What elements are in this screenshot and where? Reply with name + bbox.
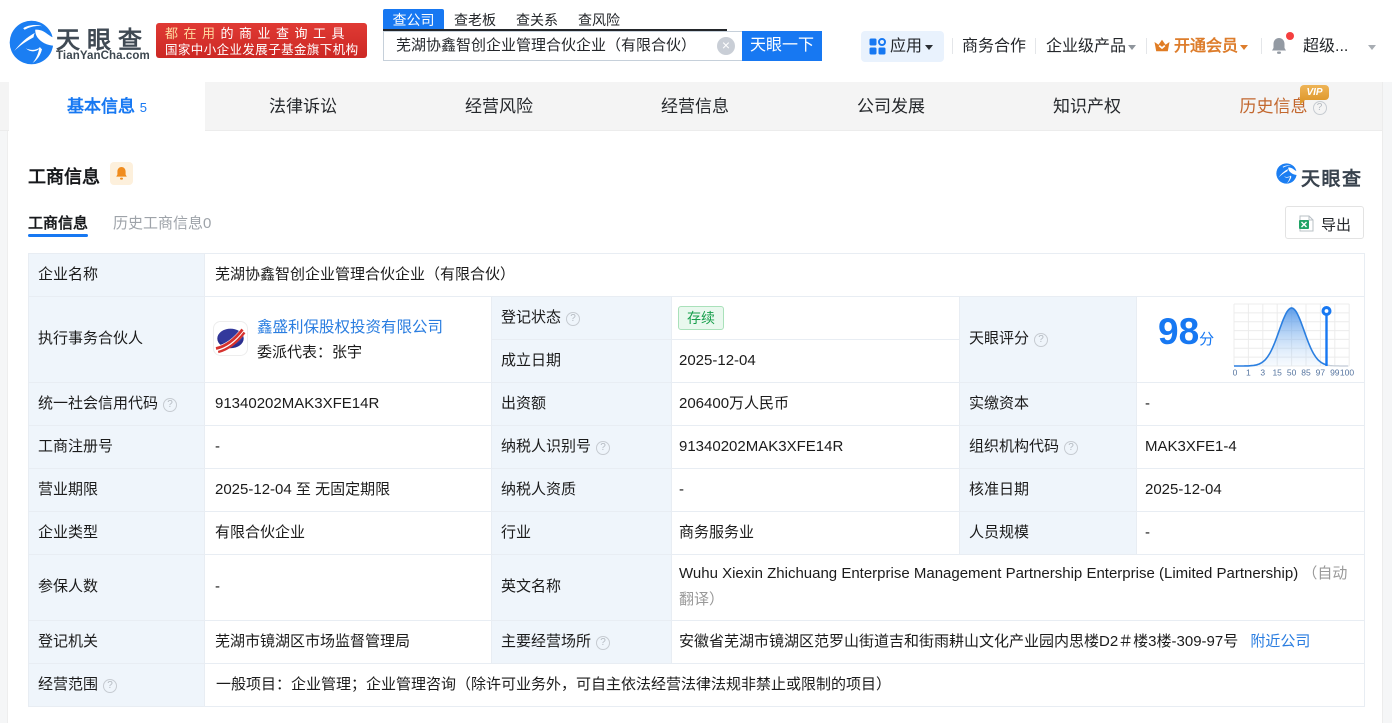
svg-text:1: 1 — [1246, 368, 1251, 378]
svg-text:99: 99 — [1330, 368, 1340, 378]
svg-text:15: 15 — [1272, 368, 1282, 378]
svg-text:0: 0 — [1233, 368, 1238, 378]
svg-text:3: 3 — [1260, 368, 1265, 378]
svg-text:100: 100 — [1340, 368, 1354, 378]
svg-text:97: 97 — [1316, 368, 1326, 378]
svg-text:50: 50 — [1287, 368, 1297, 378]
svg-text:85: 85 — [1301, 368, 1311, 378]
